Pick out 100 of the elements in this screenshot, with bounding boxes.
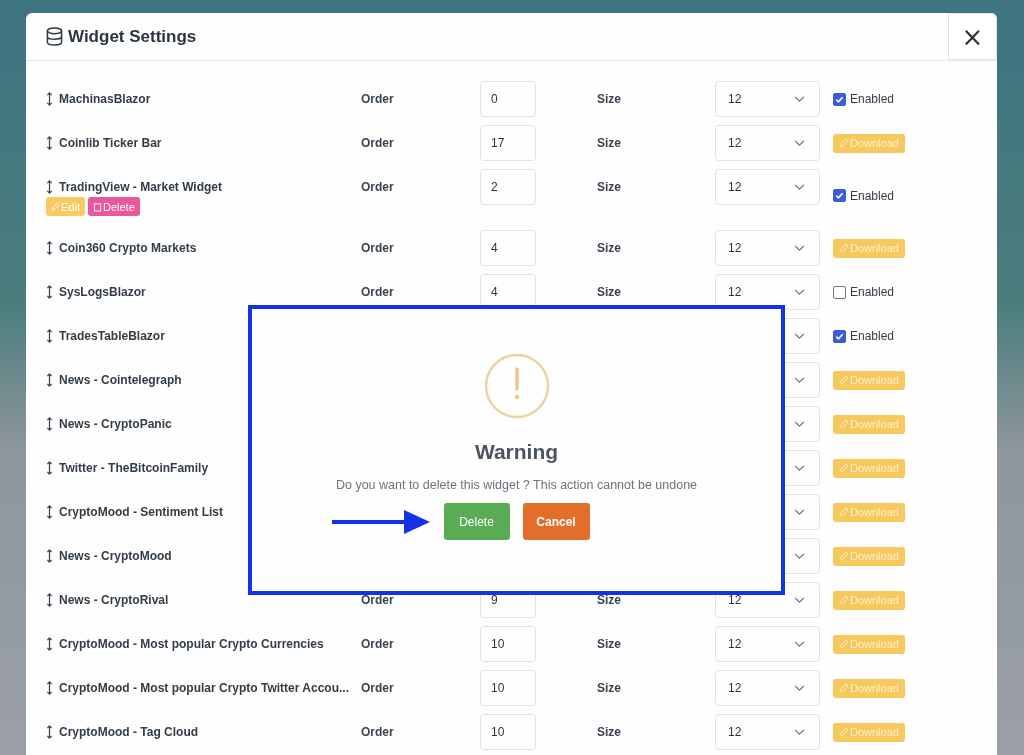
pencil-icon — [839, 243, 849, 253]
order-label: Order — [361, 681, 394, 695]
document-icon — [92, 201, 102, 212]
pencil-icon — [839, 419, 849, 429]
drag-handle-icon[interactable] — [46, 136, 53, 150]
drag-handle-icon[interactable] — [46, 285, 53, 299]
chevron-down-icon — [794, 728, 805, 736]
drag-handle-icon[interactable] — [46, 373, 53, 387]
chevron-down-icon — [794, 420, 805, 428]
checkmark-icon — [835, 191, 844, 200]
drag-handle-icon[interactable] — [46, 505, 53, 519]
pencil-icon — [839, 727, 849, 737]
warning-icon — [483, 353, 550, 419]
order-label: Order — [361, 92, 394, 106]
chevron-down-icon — [794, 139, 805, 147]
dialog-title: Warning — [474, 440, 559, 464]
pencil-icon — [839, 375, 849, 385]
order-field[interactable]: 0 — [480, 81, 536, 117]
chevron-down-icon — [794, 183, 805, 191]
size-label: Size — [597, 681, 621, 695]
order-label: Order — [361, 136, 394, 150]
widget-name: Coinlib Ticker Bar — [59, 136, 162, 150]
widget-name: News - CryptoPanic — [59, 417, 172, 431]
pencil-icon — [839, 463, 849, 473]
order-label: Order — [361, 241, 394, 255]
enabled-checkbox[interactable]: Enabled — [833, 285, 997, 299]
order-field[interactable]: 10 — [480, 714, 536, 750]
drag-handle-icon[interactable] — [46, 549, 53, 563]
drag-handle-icon[interactable] — [46, 637, 53, 651]
dialog-message: Do you want to delete this widget ? This action cannot be undone — [335, 478, 698, 492]
drag-handle-icon[interactable] — [46, 681, 53, 695]
widget-name: News - CryptoRival — [59, 593, 169, 607]
enabled-checkbox[interactable]: Enabled — [833, 92, 997, 106]
order-field[interactable]: 4 — [480, 230, 536, 266]
widget-name: TradingView - Market Widget — [59, 180, 223, 194]
size-select[interactable]: 12 — [715, 714, 820, 750]
order-label: Order — [361, 593, 394, 607]
order-field[interactable]: 2 — [480, 169, 536, 205]
size-label: Size — [597, 285, 621, 299]
widget-name: CryptoMood - Tag Cloud — [59, 725, 199, 739]
order-field[interactable]: 10 — [480, 670, 536, 706]
drag-handle-icon[interactable] — [46, 92, 53, 106]
size-select[interactable]: 12 — [715, 125, 820, 161]
size-label: Size — [597, 637, 621, 651]
size-label: Size — [597, 136, 621, 150]
order-field[interactable]: 10 — [480, 626, 536, 662]
drag-handle-icon[interactable] — [46, 593, 53, 607]
pencil-icon — [839, 683, 849, 693]
chevron-down-icon — [794, 684, 805, 692]
checkmark-icon — [835, 331, 844, 341]
size-select[interactable]: 12 — [715, 169, 820, 205]
drag-handle-icon[interactable] — [46, 461, 53, 475]
checkmark-icon — [835, 94, 844, 104]
order-field[interactable]: 17 — [480, 125, 536, 161]
widget-name: CryptoMood - Sentiment List — [59, 505, 223, 519]
pencil-icon — [839, 138, 849, 148]
chevron-down-icon — [794, 376, 805, 384]
database-icon — [46, 27, 63, 46]
order-label: Order — [361, 180, 394, 194]
drag-handle-icon[interactable] — [46, 180, 53, 194]
widget-name: CryptoMood - Most popular Crypto Currencies — [59, 637, 324, 651]
widget-name: News - CryptoMood — [59, 549, 172, 563]
widget-name: SysLogsBlazor — [59, 285, 146, 299]
size-select[interactable]: 12 — [715, 230, 820, 266]
chevron-down-icon — [794, 332, 805, 340]
chevron-down-icon — [794, 244, 805, 252]
chevron-down-icon — [794, 95, 805, 103]
size-label: Size — [597, 593, 621, 607]
enabled-checkbox[interactable]: Enabled — [833, 188, 997, 203]
order-label: Order — [361, 637, 394, 651]
widget-name: CryptoMood - Most popular Crypto Twitter Accou... — [59, 681, 349, 695]
chevron-down-icon — [794, 464, 805, 472]
size-label: Size — [597, 725, 621, 739]
close-button[interactable]: × — [948, 13, 997, 60]
pencil-icon — [51, 202, 60, 211]
widget-name: Coin360 Crypto Markets — [59, 241, 197, 255]
modal-title: Widget Settings — [68, 26, 197, 47]
pencil-icon — [839, 551, 849, 561]
pencil-icon — [839, 595, 849, 605]
size-select[interactable]: 12 — [715, 670, 820, 706]
widget-name: MachinasBlazor — [59, 92, 151, 106]
drag-handle-icon[interactable] — [46, 329, 53, 343]
size-label: Size — [597, 241, 621, 255]
order-label: Order — [361, 285, 394, 299]
size-label: Size — [597, 92, 621, 106]
widget-name: TradesTableBlazor — [59, 329, 165, 343]
widget-name: News - Cointelegraph — [59, 373, 182, 387]
chevron-down-icon — [794, 508, 805, 516]
drag-handle-icon[interactable] — [46, 417, 53, 431]
chevron-down-icon — [794, 640, 805, 648]
size-select[interactable]: 12 — [715, 81, 820, 117]
size-label: Size — [597, 180, 621, 194]
widget-name: Twitter - TheBitcoinFamily — [59, 461, 209, 475]
enabled-checkbox[interactable]: Enabled — [833, 329, 997, 343]
drag-handle-icon[interactable] — [46, 241, 53, 255]
order-label: Order — [361, 725, 394, 739]
size-select[interactable]: 12 — [715, 626, 820, 662]
chevron-down-icon — [794, 288, 805, 296]
pencil-icon — [839, 507, 849, 517]
drag-handle-icon[interactable] — [46, 725, 53, 739]
